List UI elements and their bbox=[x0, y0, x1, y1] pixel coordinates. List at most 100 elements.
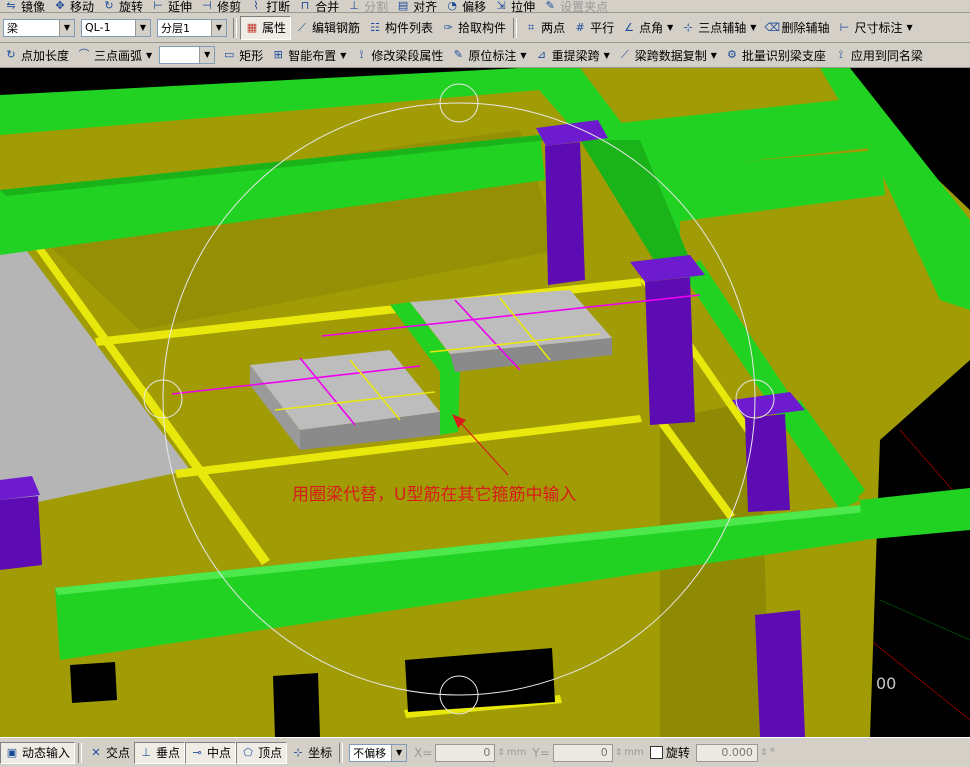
offset-icon: ◔ bbox=[447, 0, 457, 12]
span-icon: ⊿ bbox=[536, 48, 547, 61]
dropdown-caret-icon: ▼ bbox=[146, 50, 153, 60]
point-angle-icon: ∠ bbox=[624, 20, 635, 34]
three-point-arc-button[interactable]: ⌒ 三点画弧 ▼ bbox=[73, 44, 156, 66]
dropdown-caret-icon: ▼ bbox=[520, 50, 527, 60]
stretch-button[interactable]: ⇲ 拉伸 bbox=[490, 0, 539, 12]
vertex-icon: ⬠ bbox=[243, 745, 253, 759]
x-input[interactable]: 0 bbox=[435, 743, 496, 762]
merge-button[interactable]: ⊓ 合并 bbox=[294, 0, 343, 12]
coordinate-icon: ⊹ bbox=[293, 745, 303, 759]
y-input[interactable]: 0 bbox=[552, 743, 613, 762]
dimension-button[interactable]: ⊢ 尺寸标注 ▼ bbox=[833, 17, 916, 39]
rebar-icon: ⟋ bbox=[298, 20, 306, 34]
coordinate-readout: 00 bbox=[876, 674, 897, 693]
dropdown-caret-icon: ▼ bbox=[750, 23, 757, 32]
intersection-icon: ✕ bbox=[91, 745, 101, 759]
align-icon: ▤ bbox=[397, 0, 409, 12]
draw-mode-select[interactable]: ▼ bbox=[159, 46, 216, 64]
component-type-select[interactable]: 梁 ▼ bbox=[3, 18, 75, 37]
chevron-down-icon: ▼ bbox=[211, 19, 226, 36]
rotate-button[interactable]: ↻ 旋转 bbox=[98, 0, 147, 12]
two-points-button[interactable]: ⌗ 两点 bbox=[520, 17, 569, 39]
x-spinner-icon[interactable]: ⇕ bbox=[497, 748, 505, 758]
break-button[interactable]: ⌇ 打断 bbox=[245, 0, 294, 12]
snap-intersection-toggle[interactable]: ✕ 交点 bbox=[85, 742, 134, 764]
batch-icon: ⚙ bbox=[726, 48, 737, 61]
point-angle-button[interactable]: ∠ 点角 ▼ bbox=[618, 17, 677, 39]
rectangle-button[interactable]: ▭ 矩形 bbox=[218, 44, 267, 66]
copy-span-data-button[interactable]: ⟋ 梁跨数据复制 ▼ bbox=[614, 44, 721, 66]
dropdown-caret-icon: ▼ bbox=[710, 50, 717, 60]
chevron-down-icon: ▼ bbox=[199, 47, 215, 63]
move-icon: ✥ bbox=[55, 0, 65, 12]
arc-icon: ⌒ bbox=[78, 48, 90, 61]
dropdown-caret-icon: ▼ bbox=[603, 50, 610, 60]
snap-vertex-toggle[interactable]: ⬠ 顶点 bbox=[236, 741, 288, 764]
dynamic-input-toggle[interactable]: ▣ 动态输入 bbox=[0, 741, 76, 764]
split-icon: ⊥ bbox=[349, 0, 359, 12]
midpoint-icon: ⊸ bbox=[192, 745, 202, 759]
apply-same-name-button[interactable]: ⟟ 应用到同名梁 bbox=[830, 44, 927, 66]
two-points-icon: ⌗ bbox=[527, 20, 535, 34]
original-mark-button[interactable]: ✎ 原位标注 ▼ bbox=[447, 44, 530, 66]
rotate-checkbox[interactable] bbox=[649, 746, 663, 759]
snap-midpoint-toggle[interactable]: ⊸ 中点 bbox=[185, 741, 237, 764]
toolbar-separator bbox=[339, 742, 344, 763]
rotate-input[interactable]: 0.000 bbox=[695, 743, 758, 762]
split-button[interactable]: ⊥ 分割 bbox=[343, 0, 392, 12]
y-spinner-icon[interactable]: ⇕ bbox=[615, 748, 623, 758]
rotate-spinner-icon[interactable]: ⇕ bbox=[760, 748, 768, 758]
pick-icon: ✑ bbox=[443, 20, 453, 34]
list-icon: ☷ bbox=[370, 20, 380, 34]
toolbar-primary: 梁 ▼ QL-1 ▼ 分层1 ▼ ▦ 属性 ⟋ 编辑钢筋 ☷ 构件列表 ✑ 拾取构件 ⌗ 两点 … bbox=[0, 13, 970, 43]
merge-icon: ⊓ bbox=[300, 0, 310, 12]
set-grip-button[interactable]: ✎ 设置夹点 bbox=[539, 0, 612, 12]
toolbar-separator bbox=[513, 17, 518, 38]
modify-segment-attr-button[interactable]: ⟟ 修改梁段属性 bbox=[350, 44, 447, 66]
apply-icon: ⟟ bbox=[838, 48, 843, 61]
mark-icon: ✎ bbox=[453, 48, 463, 61]
point-length-button[interactable]: ↻ 点加长度 bbox=[0, 44, 73, 66]
align-button[interactable]: ▤ 对齐 bbox=[392, 0, 441, 12]
top-toolbar-strip: ⇋ 镜像 ✥ 移动 ↻ 旋转 ⊢ 延伸 ⊣ 修剪 ⌇ 打断 ⊓ 合并 ⊥ 分割 ▤ 对齐 ◔ 偏移 … bbox=[0, 0, 970, 13]
mirror-icon: ⇋ bbox=[6, 0, 16, 12]
layer-select[interactable]: 分层1 ▼ bbox=[157, 18, 227, 37]
y-label: Y= bbox=[532, 745, 550, 760]
trim-button[interactable]: ⊣ 修剪 bbox=[196, 0, 245, 12]
component-name-select[interactable]: QL-1 ▼ bbox=[81, 18, 151, 37]
smart-layout-icon: ⊞ bbox=[273, 48, 283, 61]
snap-perpendicular-toggle[interactable]: ⊥ 垂点 bbox=[134, 741, 186, 764]
mirror-button[interactable]: ⇋ 镜像 bbox=[0, 0, 49, 12]
x-unit: mm bbox=[506, 747, 527, 758]
rectangle-icon: ▭ bbox=[223, 48, 235, 61]
copy-icon: ⟋ bbox=[620, 48, 629, 61]
edit-rebar-button[interactable]: ⟋ 编辑钢筋 bbox=[291, 17, 364, 39]
parallel-button[interactable]: # 平行 bbox=[569, 17, 618, 39]
offset-button[interactable]: ◔ 偏移 bbox=[441, 0, 490, 12]
extend-button[interactable]: ⊢ 延伸 bbox=[147, 0, 196, 12]
delete-aux-axis-button[interactable]: ⌫ 删除辅轴 bbox=[760, 17, 833, 39]
re-extract-span-button[interactable]: ⊿ 重提梁跨 ▼ bbox=[531, 44, 614, 66]
dropdown-caret-icon: ▼ bbox=[340, 50, 347, 60]
move-button[interactable]: ✥ 移动 bbox=[49, 0, 98, 12]
pick-component-button[interactable]: ✑ 拾取构件 bbox=[437, 17, 510, 39]
attribute-icon: ▦ bbox=[246, 20, 258, 34]
parallel-icon: # bbox=[575, 20, 585, 34]
degree-unit: ° bbox=[769, 745, 776, 760]
chevron-down-icon: ▼ bbox=[391, 744, 407, 761]
3d-viewport[interactable]: 用圈梁代替，U型筋在其它箍筋中输入 00 bbox=[0, 68, 970, 737]
chevron-down-icon: ▼ bbox=[59, 19, 74, 36]
trim-icon: ⊣ bbox=[202, 0, 212, 12]
offset-mode-select[interactable]: 不偏移 ▼ bbox=[349, 743, 408, 762]
dynamic-input-icon: ▣ bbox=[6, 745, 18, 759]
stretch-icon: ⇲ bbox=[496, 0, 506, 12]
rotate-label: 旋转 bbox=[665, 746, 690, 760]
component-list-button[interactable]: ☷ 构件列表 bbox=[364, 17, 437, 39]
attribute-button[interactable]: ▦ 属性 bbox=[240, 15, 292, 40]
batch-identify-support-button[interactable]: ⚙ 批量识别梁支座 bbox=[721, 44, 830, 66]
smart-layout-button[interactable]: ⊞ 智能布置 ▼ bbox=[267, 44, 350, 66]
y-unit: mm bbox=[624, 747, 644, 758]
three-point-axis-button[interactable]: ⊹ 三点辅轴 ▼ bbox=[677, 17, 760, 39]
snap-status-bar: ▣ 动态输入 ✕ 交点 ⊥ 垂点 ⊸ 中点 ⬠ 顶点 ⊹ 坐标 不偏移 ▼ X= 0 ⇕ mm… bbox=[0, 737, 970, 767]
snap-coordinate-toggle[interactable]: ⊹ 坐标 bbox=[287, 742, 336, 764]
